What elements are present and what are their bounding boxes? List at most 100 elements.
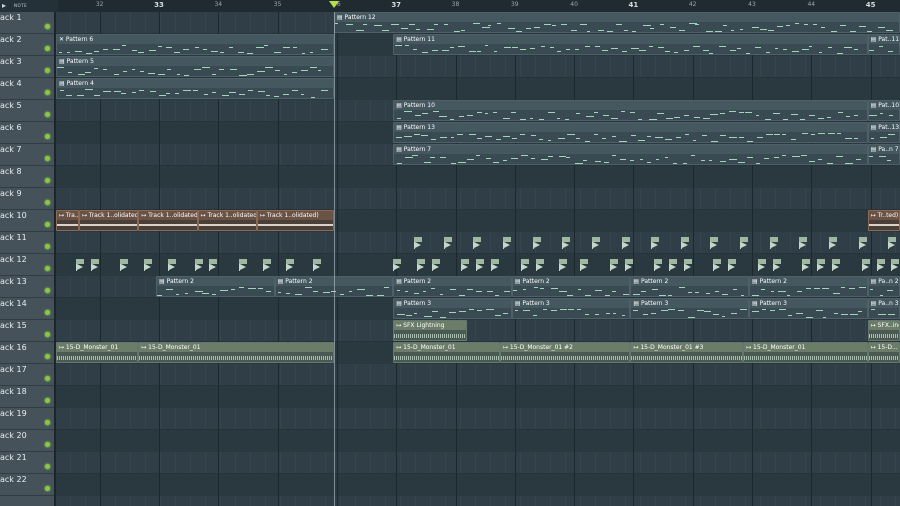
track-name[interactable]: ack 20 [0,430,27,441]
track-header[interactable]: ack 14 [0,298,54,320]
pattern-clip[interactable]: ▤ Pattern 7 [393,144,868,165]
marker-flag-icon[interactable] [535,259,545,271]
marker-flag-icon[interactable] [757,259,767,271]
arrow-pointer-icon[interactable]: ▸ [2,1,6,10]
marker-flag-icon[interactable] [591,237,601,249]
track-header[interactable]: ack 21 [0,452,54,474]
track-name[interactable]: ack 18 [0,386,27,397]
mute-led-icon[interactable] [45,156,50,161]
audio-clip[interactable]: ↦ 15-D_Monster_01 [56,342,139,363]
track-header[interactable]: ack 5 [0,100,54,122]
marker-flag-icon[interactable] [624,259,634,271]
marker-flag-icon[interactable] [194,259,204,271]
audio-clip[interactable]: ↦ 15-D_Monster_01 [743,342,868,363]
consolidated-clip[interactable]: ↦ Track 1..olidated) [78,210,139,231]
marker-flag-icon[interactable] [120,259,129,271]
track-header[interactable]: ack 2 [0,34,54,56]
track-header[interactable]: ack 3 [0,56,54,78]
marker-flag-icon[interactable] [832,259,841,271]
marker-flag-icon[interactable] [858,237,868,249]
track-name[interactable]: ack 3 [0,56,22,67]
pattern-clip[interactable]: ▤ Pa..n 7 [867,144,900,165]
marker-flag-icon[interactable] [476,259,485,271]
track-header[interactable]: ack 7 [0,144,54,166]
marker-flag-icon[interactable] [728,259,737,271]
consolidated-clip[interactable]: ↦ Track 1..olidated) [197,210,257,231]
marker-flag-icon[interactable] [888,237,897,249]
mute-led-icon[interactable] [45,112,50,117]
pattern-clip[interactable]: ▤ Pattern 2 [511,276,631,297]
marker-flag-icon[interactable] [876,259,886,271]
track-header[interactable]: ack 19 [0,408,54,430]
consolidated-clip[interactable]: ↦ Tr..ted) [867,210,900,231]
track-name[interactable]: ack 7 [0,144,22,155]
mute-led-icon[interactable] [45,200,50,205]
marker-flag-icon[interactable] [802,259,811,271]
playlist-grid[interactable]: ▤ Pattern 12 ✕ Pattern 6 ▤ Pattern 11 ▤ Pat… [56,12,900,506]
marker-flag-icon[interactable] [461,259,470,271]
consolidated-clip[interactable]: ↦ Track 1..olidated) [138,210,198,231]
track-name[interactable]: ack 17 [0,364,27,375]
marker-flag-icon[interactable] [562,237,571,249]
track-header[interactable]: ack 11 [0,232,54,254]
mute-led-icon[interactable] [45,354,50,359]
marker-flag-icon[interactable] [769,237,779,249]
consolidated-clip[interactable]: ↦ Track 1..olidated) [256,210,334,231]
marker-flag-icon[interactable] [861,259,871,271]
track-name[interactable]: ack 22 [0,474,27,485]
marker-flag-icon[interactable] [532,237,542,249]
track-header[interactable]: ack 12 [0,254,54,276]
mute-led-icon[interactable] [45,442,50,447]
mute-led-icon[interactable] [45,398,50,403]
mute-led-icon[interactable] [45,68,50,73]
mute-led-icon[interactable] [45,464,50,469]
mute-led-icon[interactable] [45,310,50,315]
track-name[interactable]: ack 8 [0,166,22,177]
pattern-clip[interactable]: ▤ Pattern 3 [749,298,868,319]
track-name[interactable]: ack 9 [0,188,22,199]
audio-clip[interactable]: ↦ 15-D_Monster_01 #3 [630,342,744,363]
mute-led-icon[interactable] [45,24,50,29]
mute-led-icon[interactable] [45,332,50,337]
pattern-clip[interactable]: ▤ Pat..10 [867,100,900,121]
marker-flag-icon[interactable] [817,259,826,271]
marker-flag-icon[interactable] [713,259,722,271]
track-name[interactable]: ack 14 [0,298,27,309]
audio-clip[interactable]: ↦ 15-D... [867,342,900,363]
marker-flag-icon[interactable] [473,237,482,249]
marker-flag-icon[interactable] [559,259,568,271]
marker-flag-icon[interactable] [710,237,719,249]
mute-led-icon[interactable] [45,178,50,183]
track-name[interactable]: ack 5 [0,100,22,111]
pattern-clip[interactable]: ▤ Pa..n 2 [867,276,900,297]
marker-flag-icon[interactable] [286,259,295,271]
audio-clip[interactable]: ↦ SFX Lightning [393,320,468,341]
mute-led-icon[interactable] [45,486,50,491]
playhead-marker-icon[interactable] [328,1,339,8]
audio-clip[interactable]: ↦ 15-D_Monster_01 [138,342,334,363]
mute-led-icon[interactable] [45,266,50,271]
track-name[interactable]: ack 21 [0,452,27,463]
pattern-clip[interactable]: ▤ Pattern 2 [630,276,750,297]
track-name[interactable]: ack 6 [0,122,22,133]
track-header[interactable]: ack 4 [0,78,54,100]
marker-flag-icon[interactable] [431,259,441,271]
marker-flag-icon[interactable] [313,259,322,271]
pattern-clip[interactable]: ▤ Pattern 3 [630,298,750,319]
track-header[interactable]: ack 10 [0,210,54,232]
pattern-clip[interactable]: ▤ Pattern 4 [56,78,334,99]
pattern-clip[interactable]: ▤ Pattern 5 [56,56,334,77]
marker-flag-icon[interactable] [393,259,402,271]
marker-flag-icon[interactable] [262,259,272,271]
track-header[interactable]: ack 9 [0,188,54,210]
audio-clip[interactable]: ↦ SFX..ing [867,320,900,341]
track-name[interactable]: ack 11 [0,232,27,243]
audio-clip[interactable]: ↦ 15-D_Monster_01 [393,342,500,363]
marker-flag-icon[interactable] [740,237,749,249]
marker-flag-icon[interactable] [683,259,693,271]
marker-flag-icon[interactable] [580,259,589,271]
track-name[interactable]: ack 1 [0,12,22,23]
mute-led-icon[interactable] [45,46,50,51]
marker-flag-icon[interactable] [90,259,100,271]
marker-flag-icon[interactable] [621,237,631,249]
